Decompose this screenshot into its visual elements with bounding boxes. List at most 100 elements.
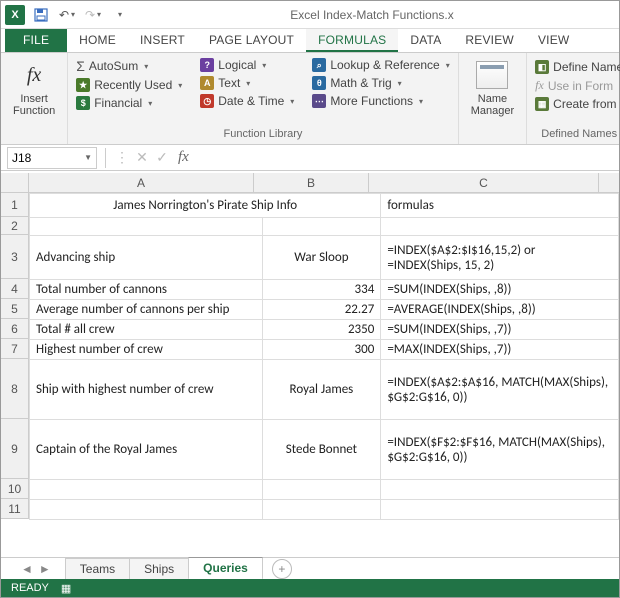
col-header-B[interactable]: B xyxy=(254,173,369,192)
row-header-9[interactable]: 9 xyxy=(1,419,28,479)
cell-A10[interactable] xyxy=(30,480,263,500)
cell-A4[interactable]: Total number of cannons xyxy=(30,280,263,300)
cells: James Norrington's Pirate Ship Infoformu… xyxy=(29,193,619,557)
sheet-tab-queries[interactable]: Queries xyxy=(188,557,263,580)
row-header-11[interactable]: 11 xyxy=(1,499,28,519)
cell-A5[interactable]: Average number of cannons per ship xyxy=(30,300,263,320)
sheet-tab-teams[interactable]: Teams xyxy=(65,558,130,579)
cell-B6[interactable]: 2350 xyxy=(262,320,381,340)
vdots-icon[interactable]: ⋮ xyxy=(112,149,132,166)
row-header-7[interactable]: 7 xyxy=(1,339,28,359)
enter-icon[interactable]: ✓ xyxy=(152,149,172,166)
select-all-corner[interactable] xyxy=(1,173,29,193)
date-time-button[interactable]: ◷Date & Time▾ xyxy=(200,93,294,109)
tab-data[interactable]: DATA xyxy=(398,29,453,52)
cell-B4[interactable]: 334 xyxy=(262,280,381,300)
cell-B2[interactable] xyxy=(262,218,381,236)
cell-C7[interactable]: =MAX(INDEX(Ships, ,7)) xyxy=(381,340,619,360)
name-manager-button[interactable]: Name Manager xyxy=(467,57,518,119)
row-header-10[interactable]: 10 xyxy=(1,479,28,499)
cell-A1[interactable]: James Norrington's Pirate Ship Info xyxy=(30,194,381,218)
logical-button[interactable]: ?Logical▾ xyxy=(200,57,294,73)
cell-C1[interactable]: formulas xyxy=(381,194,619,218)
cell-A7[interactable]: Highest number of crew xyxy=(30,340,263,360)
tab-insert[interactable]: INSERT xyxy=(128,29,197,52)
cell-A11[interactable] xyxy=(30,500,263,520)
group-label-library: Function Library xyxy=(76,128,450,140)
tab-file[interactable]: FILE xyxy=(5,29,67,52)
define-name-button[interactable]: ◧Define Name xyxy=(535,59,620,75)
cancel-icon[interactable]: ✕ xyxy=(132,149,152,166)
cell-A2[interactable] xyxy=(30,218,263,236)
group-label-defined: Defined Names xyxy=(535,128,620,140)
create-from-button[interactable]: ▦Create from xyxy=(535,96,620,112)
ribbon-tabs: FILE HOME INSERT PAGE LAYOUT FORMULAS DA… xyxy=(1,29,619,53)
quick-access-toolbar: X ↶▾ ↷▾ ▾ xyxy=(5,5,129,25)
group-defined-names: ◧Define Name fxUse in Form ▦Create from … xyxy=(527,53,620,144)
fx-icon: fx xyxy=(27,64,41,87)
tab-view[interactable]: VIEW xyxy=(526,29,581,52)
math-trig-button[interactable]: θMath & Trig▾ xyxy=(312,75,449,91)
financial-button[interactable]: $Financial▾ xyxy=(76,95,182,111)
sheet-tab-ships[interactable]: Ships xyxy=(129,558,189,579)
col-header-C[interactable]: C xyxy=(369,173,599,192)
row-header-1[interactable]: 1 xyxy=(1,193,28,217)
lookup-reference-button[interactable]: ⌕Lookup & Reference▾ xyxy=(312,57,449,73)
chevron-down-icon[interactable]: ▼ xyxy=(84,153,92,162)
recently-used-button[interactable]: ★Recently Used▾ xyxy=(76,77,182,93)
cell-A3[interactable]: Advancing ship xyxy=(30,236,263,280)
col-header-A[interactable]: A xyxy=(29,173,254,192)
group-insert-function: fx Insert Function xyxy=(1,53,68,144)
cell-B9[interactable]: Stede Bonnet xyxy=(262,420,381,480)
name-manager-icon xyxy=(476,61,508,89)
cell-B5[interactable]: 22.27 xyxy=(262,300,381,320)
new-sheet-button[interactable]: + xyxy=(272,559,292,579)
row-header-2[interactable]: 2 xyxy=(1,217,28,235)
cell-B3[interactable]: War Sloop xyxy=(262,236,381,280)
cell-B11[interactable] xyxy=(262,500,381,520)
formula-input[interactable] xyxy=(195,147,619,169)
cell-B10[interactable] xyxy=(262,480,381,500)
fx-icon[interactable]: fx xyxy=(172,149,195,166)
more-functions-button[interactable]: ⋯More Functions▾ xyxy=(312,93,449,109)
use-in-formula-button[interactable]: fxUse in Form xyxy=(535,77,620,94)
formula-bar: J18▼ ⋮ ✕ ✓ fx xyxy=(1,145,619,171)
cell-A8[interactable]: Ship with highest number of crew xyxy=(30,360,263,420)
sheet-nav-next-icon[interactable]: ► xyxy=(39,562,51,576)
cell-B8[interactable]: Royal James xyxy=(262,360,381,420)
insert-function-button[interactable]: fx Insert Function xyxy=(9,57,59,119)
row-headers: 1234567891011 xyxy=(1,193,29,519)
tab-page-layout[interactable]: PAGE LAYOUT xyxy=(197,29,306,52)
cell-C11[interactable] xyxy=(381,500,619,520)
cell-A6[interactable]: Total # all crew xyxy=(30,320,263,340)
cell-C4[interactable]: =SUM(INDEX(Ships, ,8)) xyxy=(381,280,619,300)
save-icon[interactable] xyxy=(31,5,51,25)
cell-C8[interactable]: =INDEX($A$2:$A$16, MATCH(MAX(Ships), $G$… xyxy=(381,360,619,420)
row-header-4[interactable]: 4 xyxy=(1,279,28,299)
tab-home[interactable]: HOME xyxy=(67,29,128,52)
macro-record-icon[interactable]: ▦ xyxy=(61,582,71,595)
sheet-nav-prev-icon[interactable]: ◄ xyxy=(21,562,33,576)
row-header-8[interactable]: 8 xyxy=(1,359,28,419)
row-header-3[interactable]: 3 xyxy=(1,235,28,279)
tab-formulas[interactable]: FORMULAS xyxy=(306,29,398,52)
row-header-6[interactable]: 6 xyxy=(1,319,28,339)
text-button[interactable]: AText▾ xyxy=(200,75,294,91)
cell-A9[interactable]: Captain of the Royal James xyxy=(30,420,263,480)
cell-B7[interactable]: 300 xyxy=(262,340,381,360)
tab-review[interactable]: REVIEW xyxy=(453,29,526,52)
undo-icon[interactable]: ↶▾ xyxy=(57,5,77,25)
name-box[interactable]: J18▼ xyxy=(7,147,97,169)
redo-icon[interactable]: ↷▾ xyxy=(83,5,103,25)
autosum-button[interactable]: ΣAutoSum▾ xyxy=(76,57,182,75)
cell-C5[interactable]: =AVERAGE(INDEX(Ships, ,8)) xyxy=(381,300,619,320)
qat-customize-icon[interactable]: ▾ xyxy=(109,5,129,25)
cell-C9[interactable]: =INDEX($F$2:$F$16, MATCH(MAX(Ships), $G$… xyxy=(381,420,619,480)
cell-C3[interactable]: =INDEX($A$2:$I$16,15,2) or =INDEX(Ships,… xyxy=(381,236,619,280)
window-title: Excel Index-Match Functions.x xyxy=(129,8,615,22)
row-header-5[interactable]: 5 xyxy=(1,299,28,319)
cell-C6[interactable]: =SUM(INDEX(Ships, ,7)) xyxy=(381,320,619,340)
cell-C10[interactable] xyxy=(381,480,619,500)
status-bar: READY ▦ xyxy=(1,579,619,597)
cell-C2[interactable] xyxy=(381,218,619,236)
